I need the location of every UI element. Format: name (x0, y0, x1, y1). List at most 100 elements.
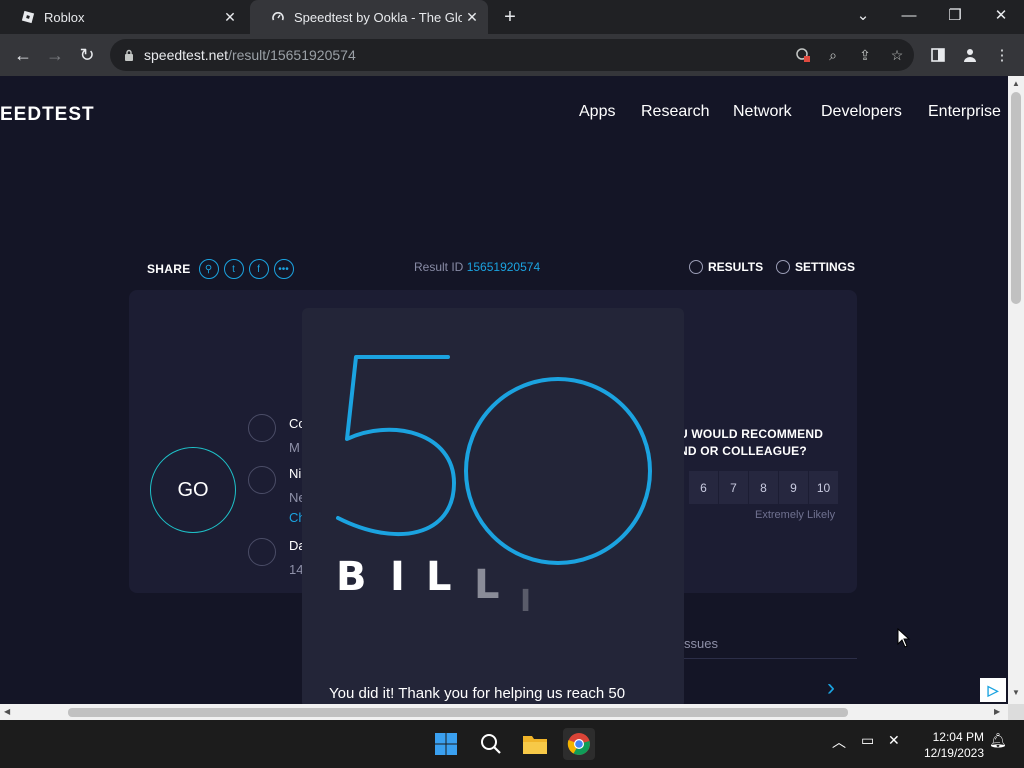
fifty-graphic (336, 355, 652, 565)
back-icon[interactable]: ← (8, 40, 38, 70)
recommend-scale: 6 7 8 9 10 (689, 471, 839, 504)
result-id: Result ID 15651920574 (414, 260, 540, 274)
tab-title: Roblox (44, 9, 85, 25)
minimize-icon[interactable]: — (886, 0, 932, 30)
nav-developers[interactable]: Developers (821, 103, 902, 121)
restore-icon[interactable]: ❐ (932, 0, 978, 30)
nav-network[interactable]: Network (733, 103, 792, 121)
more-share-icon[interactable]: ••• (273, 259, 294, 279)
volume-muted-icon[interactable]: ✕ (888, 732, 900, 749)
scale-option[interactable]: 8 (749, 471, 779, 504)
windows-start-icon[interactable] (430, 728, 462, 760)
new-tab-button[interactable]: + (498, 4, 522, 30)
horizontal-scroll-thumb[interactable] (68, 708, 848, 717)
results-button[interactable]: RESULTS (689, 260, 763, 274)
result-id-link[interactable]: 15651920574 (467, 260, 540, 274)
side-panel-icon[interactable] (928, 45, 948, 65)
url-path: /result/15651920574 (228, 47, 356, 63)
system-clock[interactable]: 12:04 PM 12/19/2023 (914, 729, 984, 761)
nav-research[interactable]: Research (641, 103, 709, 121)
bill-letter: L (474, 562, 500, 608)
twitter-icon[interactable]: t (223, 259, 244, 279)
network-icon[interactable]: ▭ (861, 732, 874, 749)
browser-toolbar: ← → ↻ speedtest.net /result/15651920574 … (0, 34, 1024, 76)
close-tab-icon[interactable]: ✕ (220, 9, 240, 26)
share-icon[interactable]: ⇪ (856, 46, 874, 64)
share-label: SHARE (147, 262, 191, 276)
bill-letter: I (390, 554, 405, 600)
facebook-icon[interactable]: f (248, 259, 269, 279)
vertical-scrollbar[interactable]: ▲ ▼ (1008, 76, 1024, 704)
speedtest-logo[interactable]: EEDTEST (0, 104, 95, 126)
recommend-question: U WOULD RECOMMEND ND OR COLLEAGUE? (679, 426, 849, 460)
info-server: Ni (289, 466, 302, 481)
bookmark-star-icon[interactable]: ☆ (888, 46, 906, 64)
issues-label: ssues (684, 636, 718, 651)
tab-search-icon[interactable]: ⌄ (840, 0, 886, 30)
clock-date: 12/19/2023 (923, 746, 984, 760)
more-menu-icon[interactable]: ⋮ (992, 45, 1012, 65)
bill-letter: I (520, 584, 532, 619)
bill-letter: B (336, 554, 367, 600)
digit-zero (464, 377, 652, 565)
results-label: RESULTS (708, 260, 764, 274)
recommend-line-2: ND OR COLLEAGUE? (679, 444, 807, 458)
bill-letter: L (426, 554, 452, 600)
scroll-right-icon[interactable]: ▶ (994, 707, 1000, 716)
divider (684, 658, 857, 659)
vertical-scroll-thumb[interactable] (1011, 92, 1021, 304)
result-id-label: Result ID (414, 260, 464, 274)
recommend-line-1: U WOULD RECOMMEND (679, 427, 824, 441)
reload-icon[interactable]: ↻ (72, 40, 102, 70)
zoom-icon[interactable]: ⌕ (824, 46, 842, 64)
scrollbar-corner (1008, 704, 1024, 720)
roblox-favicon-icon (20, 9, 36, 25)
scroll-left-icon[interactable]: ◀ (4, 707, 10, 716)
speedtest-page: EEDTEST Apps Research Network Developers… (0, 76, 1008, 704)
settings-button[interactable]: SETTINGS (776, 260, 855, 274)
globe-icon (248, 466, 276, 494)
info-connections-value: M (289, 440, 300, 455)
adchoices-icon[interactable]: ▷ (980, 678, 1006, 702)
go-button[interactable]: GO (150, 447, 236, 533)
blocked-content-icon[interactable] (794, 46, 812, 64)
settings-label: SETTINGS (795, 260, 856, 274)
tab-roblox[interactable]: Roblox ✕ (0, 0, 246, 34)
tab-speedtest[interactable]: Speedtest by Ookla - The Global ✕ (250, 0, 488, 34)
modal-message: You did it! Thank you for helping us rea… (329, 685, 626, 702)
speedtest-favicon-icon (270, 9, 286, 25)
file-explorer-icon[interactable] (519, 728, 551, 760)
celebration-modal: B I L L I You did it! Thank you for help… (302, 308, 684, 704)
close-tab-icon[interactable]: ✕ (462, 9, 482, 26)
scale-option[interactable]: 10 (809, 471, 839, 504)
horizontal-scrollbar[interactable]: ◀ ▶ (0, 704, 1008, 720)
chrome-icon[interactable] (563, 728, 595, 760)
user-icon (248, 538, 276, 566)
nav-enterprise[interactable]: Enterprise (928, 103, 1001, 121)
scale-option[interactable]: 6 (689, 471, 719, 504)
nav-apps[interactable]: Apps (579, 103, 615, 121)
scroll-down-icon[interactable]: ▼ (1012, 688, 1020, 697)
digit-five (336, 355, 456, 537)
notification-bell-icon[interactable]: 🔔︎ (989, 732, 1007, 749)
scale-option[interactable]: 7 (719, 471, 749, 504)
check-circle-icon (689, 260, 703, 274)
close-window-icon[interactable]: ✕ (978, 0, 1024, 30)
url-host: speedtest.net (144, 47, 229, 63)
link-icon[interactable]: ⚲ (198, 259, 219, 279)
scroll-up-icon[interactable]: ▲ (1012, 79, 1020, 88)
forward-icon[interactable]: → (40, 40, 70, 70)
search-icon[interactable] (475, 728, 507, 760)
profile-icon[interactable] (960, 45, 980, 65)
tray-overflow-icon[interactable]: ︿ (832, 732, 846, 752)
scale-option[interactable]: 9 (779, 471, 809, 504)
gear-icon (776, 260, 790, 274)
tab-title: Speedtest by Ookla - The Global (294, 9, 462, 25)
browser-tab-strip: Roblox ✕ Speedtest by Ookla - The Global… (0, 0, 1024, 34)
share-bar: SHARE ⚲ t f ••• (147, 259, 299, 279)
extremely-likely-label: Extremely Likely (755, 509, 836, 521)
connections-icon (248, 414, 276, 442)
windows-taskbar: ︿ ▭ ✕ 12:04 PM 12/19/2023 🔔︎ (0, 720, 1024, 768)
lock-icon[interactable] (122, 49, 136, 61)
chevron-right-icon[interactable]: › (827, 674, 835, 702)
